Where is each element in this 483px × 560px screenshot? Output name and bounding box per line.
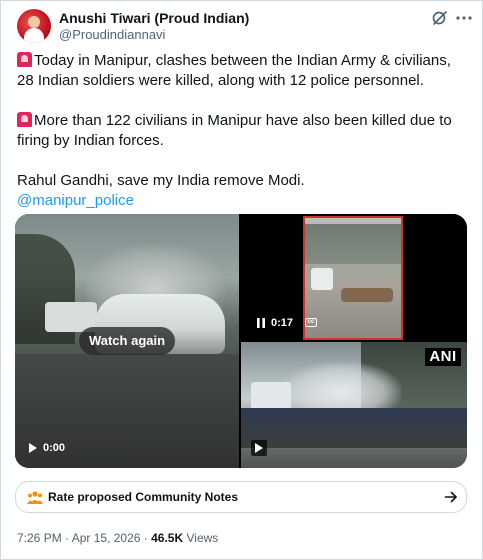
author-name[interactable]: Anushi Tiwari (Proud Indian) — [59, 10, 249, 26]
grok-icon[interactable] — [431, 9, 449, 27]
video-left[interactable]: Watch again 0:00 — [15, 214, 239, 468]
video-left-time: 0:00 — [43, 442, 66, 454]
video-top-right-time: 0:17 — [271, 317, 294, 329]
video-bottom-right-crowd — [241, 408, 467, 448]
arrow-right-icon — [444, 491, 457, 503]
captions-icon[interactable]: cc — [305, 318, 317, 327]
more-icon[interactable] — [455, 9, 473, 27]
tweet-card: Anushi Tiwari (Proud Indian) @Proudindia… — [0, 0, 483, 560]
video-top-right-debris — [341, 288, 393, 302]
tweet-paragraph-2: More than 122 civilians in Manipur have … — [17, 111, 467, 151]
mention-link[interactable]: @manipur_police — [17, 192, 134, 209]
pause-icon[interactable] — [257, 318, 265, 328]
video-bottom-right[interactable]: ANI — [241, 342, 467, 468]
community-notes-label: Rate proposed Community Notes — [48, 490, 239, 504]
meta-separator: · — [143, 531, 148, 545]
community-notes-button[interactable]: Rate proposed Community Notes — [15, 481, 467, 513]
community-notes-icon — [27, 491, 43, 504]
tweet-body: Today in Manipur, clashes between the In… — [17, 51, 467, 211]
author-handle[interactable]: @Proudindiannavi — [59, 27, 165, 42]
play-icon[interactable] — [29, 443, 37, 453]
play-icon — [255, 443, 263, 453]
video-top-right-frame — [303, 216, 403, 340]
views-label: Views — [186, 531, 219, 545]
play-badge[interactable] — [251, 440, 267, 456]
watch-again-button[interactable]: Watch again — [79, 327, 175, 355]
tweet-line-3: Rahul Gandhi, save my India remove Modi. — [17, 172, 305, 189]
tweet-paragraph-1: Today in Manipur, clashes between the In… — [17, 51, 467, 91]
tweet-header: Anushi Tiwari (Proud Indian) @Proudindia… — [17, 9, 472, 45]
siren-emoji-icon — [17, 52, 32, 67]
tweet-paragraph-3: Rahul Gandhi, save my India remove Modi. — [17, 171, 467, 191]
tweet-line-2: More than 122 civilians in Manipur have … — [17, 112, 452, 149]
media-grid: Watch again 0:00 0:17 cc ANI — [15, 214, 467, 468]
video-top-right-vehicle — [311, 268, 333, 290]
avatar[interactable] — [17, 9, 51, 43]
siren-emoji-icon — [17, 112, 32, 127]
video-top-right[interactable]: 0:17 cc — [241, 214, 467, 340]
video-top-right-trees — [305, 224, 401, 264]
tweet-meta: 7:26 PM · Apr 15, 2026 · 46.5K Views — [17, 531, 218, 545]
tweet-time[interactable]: 7:26 PM — [17, 531, 62, 545]
avatar-body — [24, 28, 44, 43]
tweet-paragraph-4: @manipur_police — [17, 191, 467, 211]
ani-watermark: ANI — [425, 348, 461, 366]
views-count: 46.5K — [151, 531, 184, 545]
meta-separator: · — [65, 531, 70, 545]
avatar-face — [28, 16, 40, 28]
tweet-line-1: Today in Manipur, clashes between the In… — [17, 52, 451, 89]
tweet-date[interactable]: Apr 15, 2026 — [72, 531, 141, 545]
